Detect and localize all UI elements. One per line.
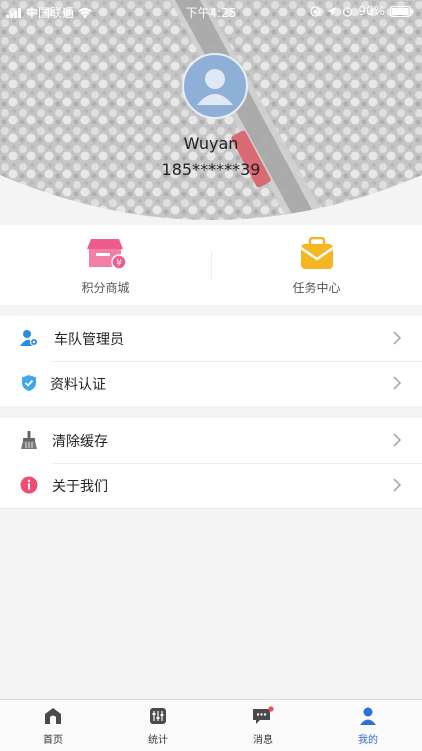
menu-group-account: 车队管理员 资料认证: [0, 316, 422, 406]
task-bag-icon: [299, 236, 334, 269]
battery-percent: 90%: [358, 4, 385, 18]
battery-icon: [390, 5, 414, 17]
points-mall-button[interactable]: ¥ 积分商城: [0, 237, 211, 296]
menu-item-fleet-admin[interactable]: 车队管理员: [0, 316, 422, 362]
chevron-right-icon: [393, 376, 402, 390]
message-icon: [253, 706, 274, 724]
verified-shield-icon: [22, 375, 36, 391]
home-icon: [45, 708, 61, 724]
chevron-right-icon: [393, 478, 402, 492]
task-center-button[interactable]: 任务中心: [211, 236, 422, 296]
username: Wuyan: [183, 134, 239, 153]
profile-icon: [360, 707, 376, 725]
menu-group-system: 清除缓存 关于我们: [0, 418, 422, 509]
chevron-right-icon: [393, 331, 402, 345]
tab-profile[interactable]: 我的: [315, 706, 421, 746]
menu-item-label: 关于我们: [52, 479, 108, 495]
broom-icon: [21, 431, 37, 449]
menu-item-label: 车队管理员: [54, 332, 124, 348]
avatar[interactable]: [182, 53, 248, 119]
profile-header: 中国联通 下午4:25 90% Wuyan 185******39: [0, 0, 422, 225]
orientation-lock-icon: [310, 5, 321, 17]
menu-item-label: 清除缓存: [52, 434, 108, 450]
menu-item-about-us[interactable]: 关于我们: [0, 463, 422, 509]
status-bar: 中国联通 下午4:25 90%: [0, 0, 422, 22]
menu-item-verification[interactable]: 资料认证: [0, 361, 422, 406]
info-icon: [20, 476, 38, 494]
phone-number: 185******39: [161, 160, 261, 179]
unread-badge: [268, 706, 274, 712]
tab-label: 首页: [43, 735, 63, 746]
user-silhouette-icon: [197, 69, 233, 105]
bottom-tab-bar: 首页 统计 消息 我的: [0, 699, 422, 751]
tab-messages[interactable]: 消息: [210, 706, 316, 746]
tab-home[interactable]: 首页: [0, 706, 106, 746]
tab-label: 消息: [253, 735, 273, 746]
location-icon: [327, 6, 337, 16]
fleet-admin-icon: [20, 330, 38, 346]
shortcut-panel: ¥ 积分商城 任务中心: [0, 225, 422, 305]
tab-statistics[interactable]: 统计: [105, 706, 211, 746]
alarm-icon: [343, 6, 353, 17]
svg-text:¥: ¥: [116, 259, 122, 269]
shortcut-label: 任务中心: [292, 281, 341, 295]
stats-icon: [150, 708, 166, 724]
tab-label: 我的: [358, 735, 378, 746]
shortcut-label: 积分商城: [81, 281, 130, 295]
menu-item-clear-cache[interactable]: 清除缓存: [0, 418, 422, 464]
chevron-right-icon: [393, 433, 402, 447]
tab-label: 统计: [148, 735, 168, 746]
store-icon: ¥: [86, 239, 127, 270]
menu-item-label: 资料认证: [50, 377, 106, 393]
